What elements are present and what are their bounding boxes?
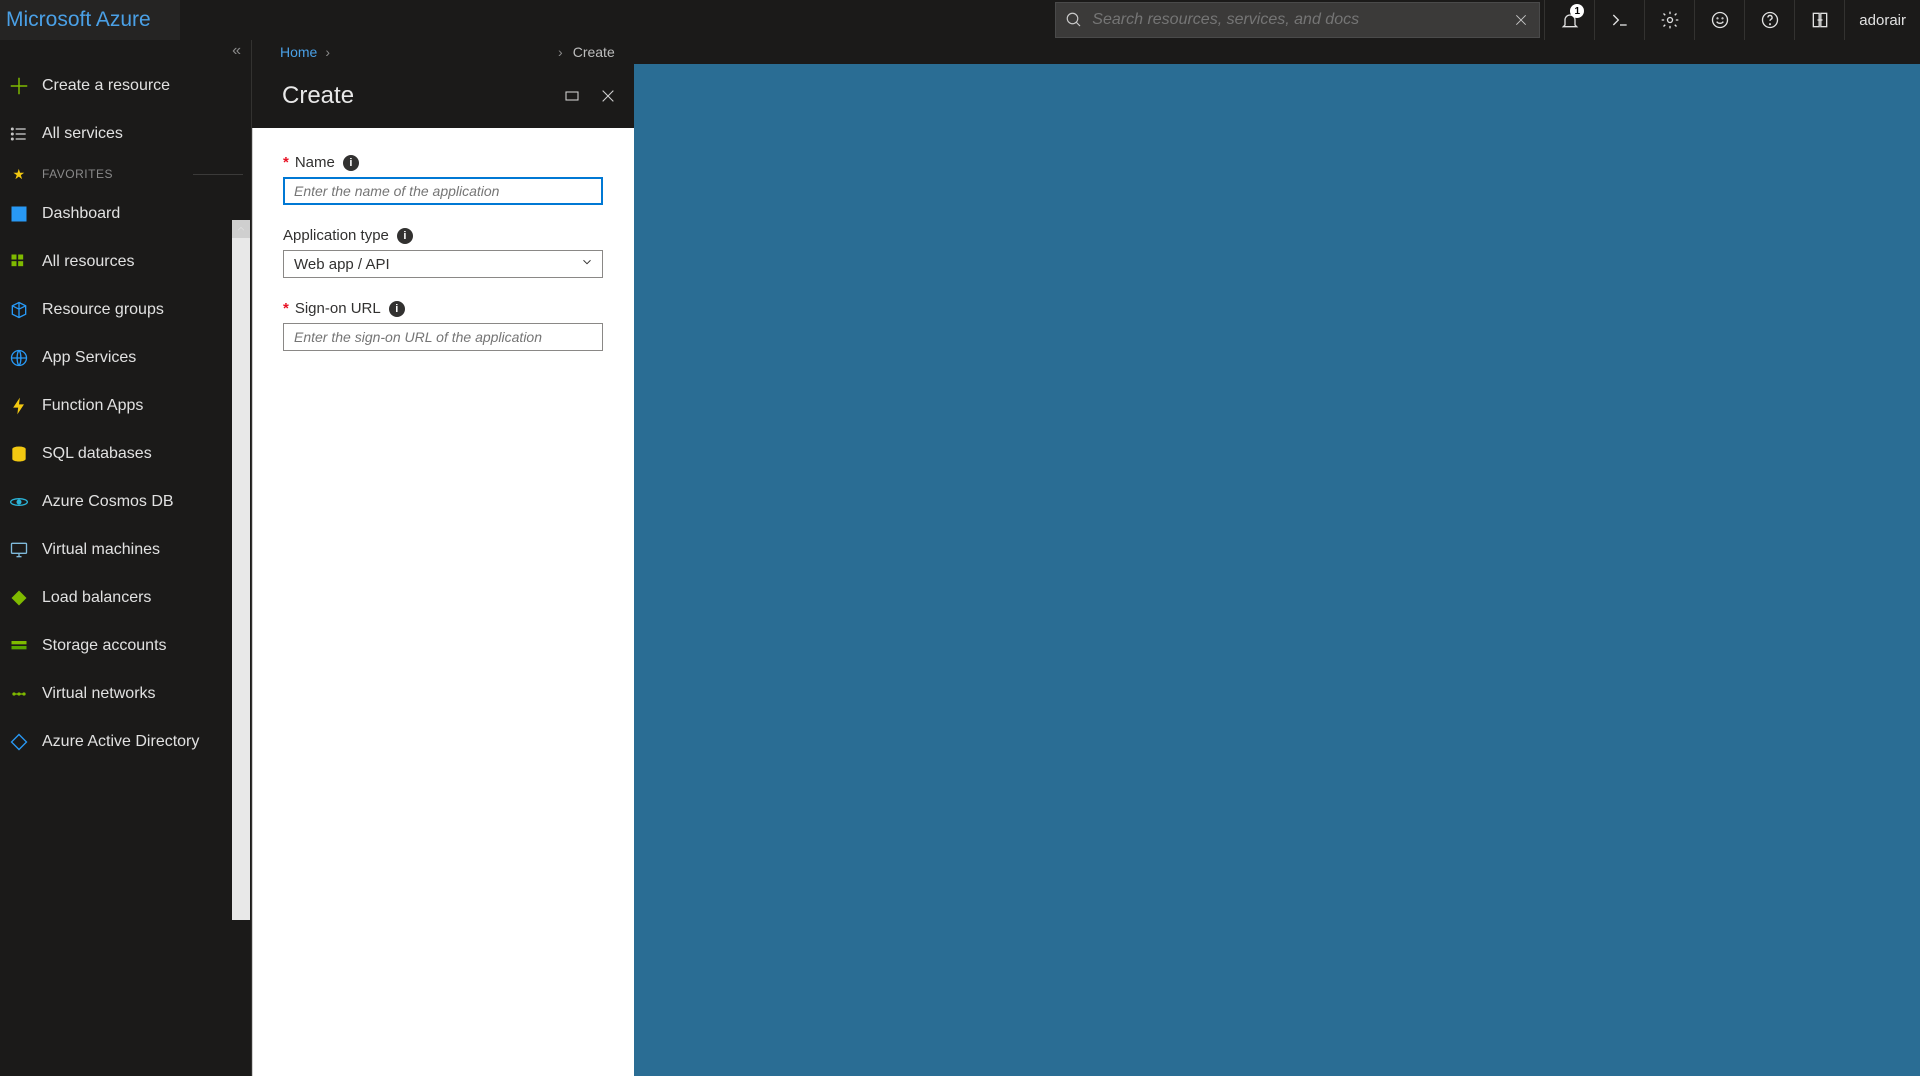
- diamond-icon: [6, 585, 32, 611]
- required-asterisk: *: [283, 300, 289, 317]
- sidebar-item-label: Load balancers: [42, 589, 151, 607]
- favorites-header: ★ FAVORITES: [0, 158, 251, 190]
- sidebar-item-label: Storage accounts: [42, 637, 167, 655]
- network-icon: [6, 681, 32, 707]
- favorites-label: FAVORITES: [42, 167, 193, 181]
- storage-icon: [6, 633, 32, 659]
- field-name: * Name i: [283, 154, 604, 205]
- grid-icon: [6, 249, 32, 275]
- search-icon: [1056, 2, 1092, 38]
- clear-search-icon[interactable]: [1503, 2, 1539, 38]
- sidebar-item-label: App Services: [42, 349, 136, 367]
- field-application-type: Application type i Web app / API: [283, 227, 604, 278]
- favorites-list: Dashboard All resources Resource groups App…: [0, 190, 251, 766]
- label-text: Name: [295, 154, 335, 171]
- feedback-button[interactable]: [1694, 0, 1744, 40]
- brand-logo[interactable]: Microsoft Azure: [0, 0, 180, 40]
- sidebar-item-label: SQL databases: [42, 445, 152, 463]
- plus-icon: [6, 73, 32, 99]
- sidebar-all-services[interactable]: All services: [0, 110, 251, 158]
- sidebar-item-virtual-machines[interactable]: Virtual machines: [0, 526, 251, 574]
- sidebar-item-label: Create a resource: [42, 77, 170, 95]
- label-text: Sign-on URL: [295, 300, 381, 317]
- sidebar-item-azure-cosmos-db[interactable]: Azure Cosmos DB: [0, 478, 251, 526]
- sidebar-item-app-services[interactable]: App Services: [0, 334, 251, 382]
- star-icon: ★: [6, 166, 32, 183]
- dashboard-icon: [6, 201, 32, 227]
- sidebar-item-label: All services: [42, 125, 123, 143]
- sidebar-create-resource[interactable]: Create a resource: [0, 62, 251, 110]
- help-button[interactable]: [1744, 0, 1794, 40]
- sidebar-item-label: Resource groups: [42, 301, 164, 319]
- main-area: « Create a resource All services ★ FAVOR…: [0, 40, 1920, 1076]
- chevron-down-icon: [580, 255, 594, 273]
- notification-badge: 1: [1570, 4, 1584, 18]
- settings-button[interactable]: [1644, 0, 1694, 40]
- collapse-icon: «: [232, 42, 241, 60]
- sidebar: « Create a resource All services ★ FAVOR…: [0, 40, 252, 1076]
- sidebar-item-label: Azure Cosmos DB: [42, 493, 174, 511]
- globe-icon: [6, 345, 32, 371]
- signon-url-input[interactable]: [283, 323, 603, 351]
- apptype-label: Application type i: [283, 227, 604, 244]
- directory-switch-button[interactable]: [1794, 0, 1844, 40]
- cloud-shell-button[interactable]: [1594, 0, 1644, 40]
- database-icon: [6, 441, 32, 467]
- sidebar-item-virtual-networks[interactable]: Virtual networks: [0, 670, 251, 718]
- sidebar-item-function-apps[interactable]: Function Apps: [0, 382, 251, 430]
- sidebar-item-label: Azure Active Directory: [42, 733, 199, 751]
- divider: [193, 174, 243, 175]
- orbit-icon: [6, 489, 32, 515]
- sidebar-item-sql-databases[interactable]: SQL databases: [0, 430, 251, 478]
- info-icon[interactable]: i: [397, 228, 413, 244]
- monitor-icon: [6, 537, 32, 563]
- sidebar-item-label: Dashboard: [42, 205, 120, 223]
- top-bar: Microsoft Azure 1 adorair: [0, 0, 1920, 40]
- sidebar-item-dashboard[interactable]: Dashboard: [0, 190, 251, 238]
- collapse-sidebar-button[interactable]: «: [0, 40, 251, 62]
- notifications-button[interactable]: 1: [1544, 0, 1594, 40]
- account-menu[interactable]: adorair: [1844, 0, 1920, 40]
- info-icon[interactable]: i: [343, 155, 359, 171]
- name-input[interactable]: [283, 177, 603, 205]
- sidebar-item-load-balancers[interactable]: Load balancers: [0, 574, 251, 622]
- label-text: Application type: [283, 227, 389, 244]
- select-value: Web app / API: [294, 256, 580, 273]
- sidebar-item-azure-active-directory[interactable]: Azure Active Directory: [0, 718, 251, 766]
- info-icon[interactable]: i: [389, 301, 405, 317]
- cube-icon: [6, 297, 32, 323]
- sidebar-item-label: Function Apps: [42, 397, 143, 415]
- scroll-up-arrow-icon[interactable]: [232, 220, 250, 238]
- blade-body: * Name i Application type i Web app / AP…: [252, 128, 634, 1076]
- search-input[interactable]: [1092, 11, 1503, 29]
- sidebar-item-label: Virtual networks: [42, 685, 156, 703]
- signon-label: * Sign-on URL i: [283, 300, 604, 317]
- sidebar-item-label: All resources: [42, 253, 134, 271]
- blade-header: Create: [252, 64, 634, 128]
- application-type-select[interactable]: Web app / API: [283, 250, 603, 278]
- name-label: * Name i: [283, 154, 604, 171]
- field-signon-url: * Sign-on URL i: [283, 300, 604, 351]
- list-icon: [6, 121, 32, 147]
- topbar-actions: 1: [1544, 0, 1844, 40]
- maximize-blade-button[interactable]: [554, 78, 590, 114]
- bolt-icon: [6, 393, 32, 419]
- required-asterisk: *: [283, 154, 289, 171]
- sidebar-item-resource-groups[interactable]: Resource groups: [0, 286, 251, 334]
- global-search[interactable]: [1055, 2, 1540, 38]
- close-blade-button[interactable]: [590, 78, 626, 114]
- sidebar-item-label: Virtual machines: [42, 541, 160, 559]
- dashboard-canvas[interactable]: [634, 64, 1920, 1076]
- sidebar-item-storage-accounts[interactable]: Storage accounts: [0, 622, 251, 670]
- create-blade: Create * Name i Application type i: [252, 40, 634, 1076]
- scrollbar[interactable]: [232, 220, 250, 920]
- aad-icon: [6, 729, 32, 755]
- sidebar-item-all-resources[interactable]: All resources: [0, 238, 251, 286]
- blade-title: Create: [282, 82, 554, 110]
